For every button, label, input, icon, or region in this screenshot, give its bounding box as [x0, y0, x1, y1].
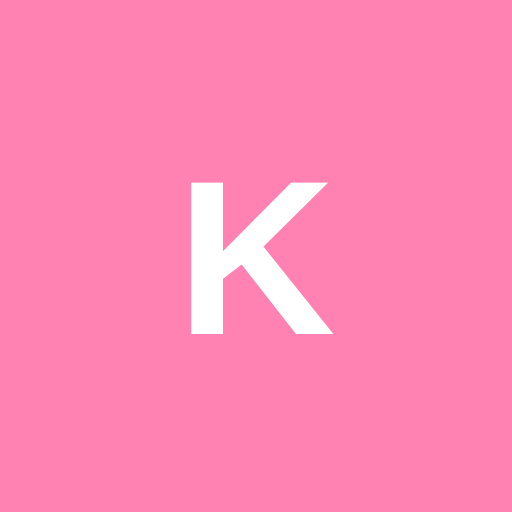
avatar: K — [0, 0, 512, 512]
avatar-initial: K — [176, 135, 336, 381]
